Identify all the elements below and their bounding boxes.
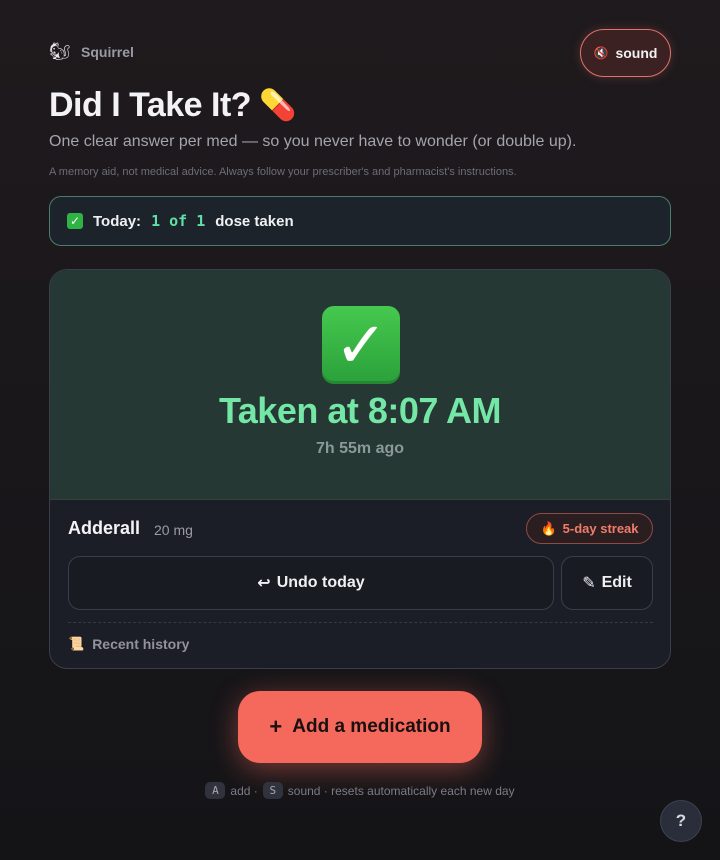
keyboard-shortcuts-hint: A add · S sound · resets automatically e… (0, 782, 720, 799)
today-label: Today: (93, 212, 142, 230)
add-medication-label: Add a medication (292, 716, 451, 737)
undo-label: Undo today (276, 574, 365, 591)
page-subtitle: One clear answer per med — so you never … (49, 133, 577, 150)
medication-name: Adderall (68, 518, 141, 538)
medication-card: ✓ Taken at 8:07 AM 7h 55m ago Adderall 2… (49, 269, 671, 669)
plus-icon: + (269, 714, 283, 739)
mute-icon: 🔇 (593, 46, 609, 60)
checkmark-icon: ✓ (67, 213, 83, 229)
pill-icon: 💊 (259, 89, 296, 122)
brand: 🐿 Squirrel (49, 42, 134, 62)
shortcut-key-sound: S (262, 782, 283, 799)
edit-button[interactable]: ✎ Edit (561, 556, 653, 610)
undo-today-button[interactable]: ↩ Undo today (68, 556, 554, 610)
pencil-icon: ✎ (582, 575, 596, 592)
shortcut-sound-text: sound · resets automatically each new da… (287, 783, 515, 798)
add-medication-button[interactable]: + Add a medication (238, 691, 482, 763)
today-summary-banner: ✓ Today: 1 of 1 dose taken (49, 196, 671, 246)
page-title-text: Did I Take It? (49, 86, 252, 124)
disclaimer: A memory aid, not medical advice. Always… (49, 166, 517, 178)
taken-status-panel: ✓ Taken at 8:07 AM 7h 55m ago (50, 270, 670, 500)
streak-label: 5-day streak (562, 521, 639, 536)
undo-icon: ↩ (257, 575, 271, 592)
divider (68, 622, 653, 623)
help-button[interactable]: ? (660, 800, 702, 842)
shortcut-add-text: add · (230, 783, 258, 798)
sound-toggle-button[interactable]: 🔇 sound (580, 29, 671, 77)
today-suffix: dose taken (215, 212, 294, 230)
recent-history-label: Recent history (92, 636, 190, 652)
page-title: Did I Take It? 💊 (49, 86, 296, 125)
squirrel-icon: 🐿 (49, 42, 71, 61)
edit-label: Edit (601, 574, 632, 591)
today-count: 1 of 1 (151, 212, 206, 230)
fire-icon: 🔥 (540, 520, 557, 536)
streak-badge: 🔥 5-day streak (526, 513, 653, 544)
sound-button-label: sound (615, 45, 658, 61)
shortcut-key-add: A (205, 782, 226, 799)
big-checkmark-icon: ✓ (322, 306, 400, 384)
taken-time: Taken at 8:07 AM (218, 390, 502, 431)
time-ago: 7h 55m ago (315, 440, 405, 457)
scroll-icon: 📜 (68, 636, 85, 651)
brand-name: Squirrel (81, 44, 134, 60)
recent-history-toggle[interactable]: 📜 Recent history (68, 636, 189, 652)
medication-dose: 20 mg (154, 522, 193, 538)
app-page: 🐿 Squirrel 🔇 sound Did I Take It? 💊 One … (0, 0, 720, 860)
